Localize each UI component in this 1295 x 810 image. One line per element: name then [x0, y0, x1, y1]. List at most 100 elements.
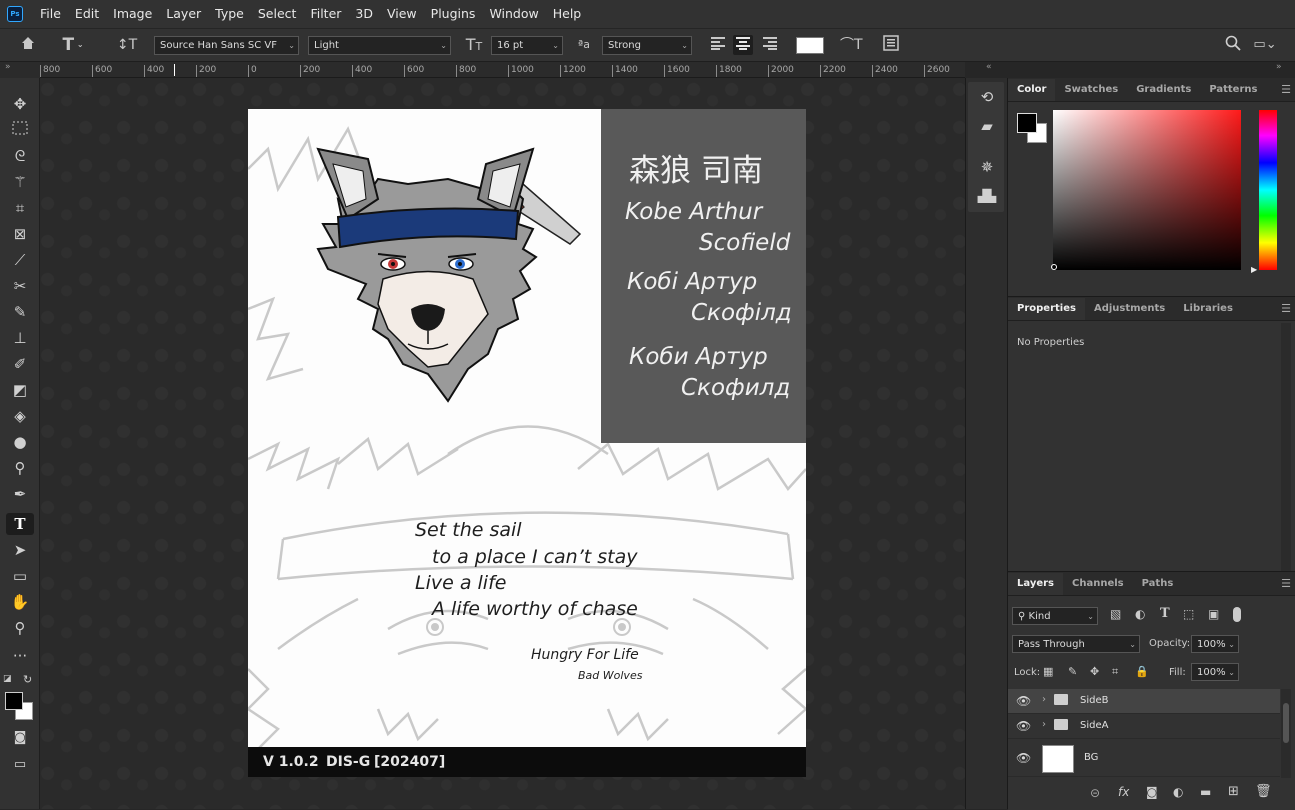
menu-layer[interactable]: Layer [159, 0, 208, 28]
tab-paths[interactable]: Paths [1133, 573, 1183, 595]
document-canvas[interactable]: 森狼 司南 Kobe Arthur Scofield Кобі Артур Ск… [248, 109, 806, 777]
crop-tool-icon[interactable]: ⌗ [6, 197, 34, 219]
name-russian-line-1[interactable]: Коби Артур [629, 344, 768, 370]
layers-scrollbar[interactable] [1281, 689, 1291, 779]
color-foreground-swatch[interactable] [1017, 113, 1037, 133]
tab-swatches[interactable]: Swatches [1055, 79, 1127, 101]
color-picker-handle[interactable] [1051, 264, 1057, 270]
lock-pixels-icon[interactable]: ✎ [1068, 665, 1077, 678]
lasso-tool-icon[interactable]: ᘓ [6, 145, 34, 167]
visibility-eye-icon[interactable]: 👁 [1016, 751, 1031, 765]
menu-window[interactable]: Window [482, 0, 545, 28]
navigator-icon[interactable]: ✵ [976, 156, 998, 178]
toolbar-collapse-icon[interactable]: » [0, 62, 40, 78]
comments-icon[interactable]: ▰ [976, 115, 998, 137]
tab-layers[interactable]: Layers [1008, 573, 1063, 595]
link-layers-icon[interactable]: ⊝ [1090, 786, 1100, 800]
artist-name[interactable]: Bad Wolves [578, 669, 642, 682]
tab-gradients[interactable]: Gradients [1127, 79, 1200, 101]
layer-style-icon[interactable]: fx [1118, 785, 1129, 799]
name-english-line-2[interactable]: Scofield [699, 230, 790, 256]
edit-toolbar-icon[interactable]: ··· [6, 645, 34, 667]
eraser-tool-icon[interactable]: ◩ [6, 379, 34, 401]
font-family-select[interactable]: Source Han Sans SC VF ⌄ [154, 36, 299, 55]
adjustment-layer-icon[interactable]: ◐ [1173, 785, 1183, 799]
paint-bucket-tool-icon[interactable]: ◈ [6, 405, 34, 427]
tab-patterns[interactable]: Patterns [1200, 79, 1266, 101]
font-style-select[interactable]: Light ⌄ [308, 36, 451, 55]
type-tool-icon[interactable]: T [6, 513, 34, 535]
hand-tool-icon[interactable]: ✋ [6, 591, 34, 613]
menu-file[interactable]: File [33, 0, 68, 28]
path-selection-tool-icon[interactable]: ➤ [6, 539, 34, 561]
panel-menu-icon[interactable]: ☰ [1281, 577, 1291, 590]
type-tool-preset-icon[interactable]: T ⌄ [60, 35, 86, 55]
menu-help[interactable]: Help [546, 0, 589, 28]
song-title[interactable]: Hungry For Life [531, 647, 639, 663]
foreground-color-swatch[interactable] [5, 692, 23, 710]
fill-input[interactable]: 100% ⌄ [1191, 663, 1239, 681]
tab-channels[interactable]: Channels [1063, 573, 1133, 595]
tab-properties[interactable]: Properties [1008, 298, 1085, 320]
color-saturation-field[interactable] [1053, 110, 1241, 270]
antialias-select[interactable]: Strong ⌄ [602, 36, 692, 55]
align-right-icon[interactable] [762, 35, 778, 55]
history-icon[interactable]: ⟲ [976, 86, 998, 108]
move-tool-icon[interactable]: ✥ [6, 93, 34, 115]
workspace-icon[interactable]: ▭⌄ [1253, 35, 1277, 55]
menu-select[interactable]: Select [251, 0, 304, 28]
menu-plugins[interactable]: Plugins [424, 0, 483, 28]
default-colors-icon[interactable]: ◪ [3, 674, 13, 684]
date-label[interactable]: [202407] [374, 754, 445, 770]
menu-edit[interactable]: Edit [68, 0, 106, 28]
rectangle-tool-icon[interactable]: ▭ [6, 565, 34, 587]
lyric-line-4[interactable]: A life worthy of chase [432, 598, 638, 620]
character-panel-icon[interactable] [882, 35, 900, 56]
opacity-input[interactable]: 100% ⌄ [1191, 635, 1239, 653]
lock-all-icon[interactable]: 🔒 [1135, 665, 1149, 678]
layer-name[interactable]: SideA [1080, 720, 1108, 731]
hue-slider[interactable] [1259, 110, 1277, 270]
layer-row-sidea[interactable]: 👁 › SideA [1008, 714, 1280, 739]
filter-smart-object-icon[interactable]: ▣ [1208, 607, 1219, 621]
new-layer-icon[interactable]: ⊞ [1228, 784, 1239, 799]
layers-scrollbar-thumb[interactable] [1283, 703, 1289, 743]
warp-text-icon[interactable]: ⌒T [840, 35, 863, 55]
panel-menu-icon[interactable]: ☰ [1281, 302, 1291, 315]
pen-tool-icon[interactable]: ✒ [6, 483, 34, 505]
histogram-icon[interactable]: ▟▙ [976, 185, 998, 207]
blur-tool-icon[interactable]: ● [6, 431, 34, 453]
align-center-icon[interactable] [733, 35, 753, 55]
quick-mask-icon[interactable]: ◙ [6, 727, 34, 749]
name-russian-line-2[interactable]: Скофилд [681, 375, 790, 401]
lock-artboard-icon[interactable]: ⌗ [1112, 665, 1118, 679]
home-icon[interactable] [18, 35, 38, 56]
text-color-swatch[interactable] [796, 37, 824, 54]
tab-adjustments[interactable]: Adjustments [1085, 298, 1174, 320]
name-ukrainian-line-2[interactable]: Скофілд [691, 300, 792, 326]
layer-row-sideb[interactable]: 👁 › SideB [1008, 689, 1280, 714]
blend-mode-select[interactable]: Pass Through ⌄ [1012, 635, 1140, 653]
lyric-line-2[interactable]: to a place I can’t stay [432, 546, 638, 568]
menu-filter[interactable]: Filter [303, 0, 348, 28]
layer-name[interactable]: BG [1084, 752, 1098, 763]
lyric-line-1[interactable]: Set the sail [415, 519, 522, 541]
version-label[interactable]: V 1.0.2 [263, 754, 319, 770]
clone-stamp-tool-icon[interactable]: ⊥ [6, 327, 34, 349]
tab-color[interactable]: Color [1008, 79, 1056, 101]
panel-menu-icon[interactable]: ☰ [1281, 83, 1291, 96]
font-size-select[interactable]: 16 pt ⌄ [491, 36, 563, 55]
add-mask-icon[interactable]: ◙ [1146, 785, 1158, 799]
panel-expand-icon[interactable]: » [1276, 62, 1294, 78]
magic-wand-tool-icon[interactable]: ⚚ [6, 171, 34, 193]
tab-libraries[interactable]: Libraries [1174, 298, 1242, 320]
menu-view[interactable]: View [380, 0, 424, 28]
hue-slider-handle[interactable]: ▶ [1251, 265, 1257, 274]
layer-filter-select[interactable]: ⚲ Kind ⌄ [1012, 607, 1098, 625]
menu-3d[interactable]: 3D [348, 0, 380, 28]
screen-mode-icon[interactable]: ▭ [6, 754, 34, 776]
filter-shape-icon[interactable]: ⬚ [1183, 607, 1194, 621]
menu-image[interactable]: Image [106, 0, 159, 28]
delete-layer-icon[interactable]: 🗑 [1255, 784, 1272, 799]
name-ukrainian-line-1[interactable]: Кобі Артур [627, 269, 757, 295]
